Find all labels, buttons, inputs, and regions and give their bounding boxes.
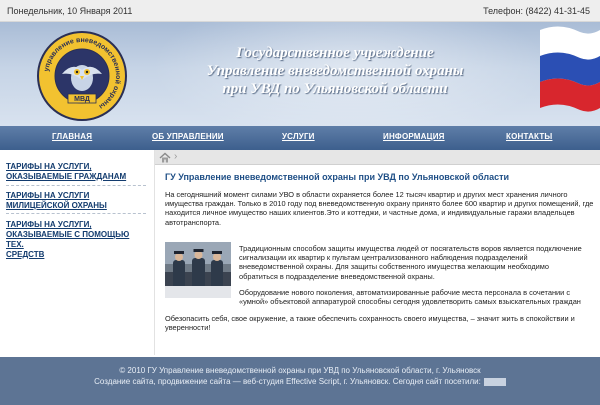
footer-credits: Создание сайта, продвижение сайта — веб-…: [0, 377, 600, 386]
site-header: управление вневедомственной охраны МВД Г…: [0, 22, 600, 126]
emblem-logo[interactable]: управление вневедомственной охраны МВД: [36, 30, 128, 122]
nav-home[interactable]: ГЛАВНАЯ: [52, 132, 92, 141]
breadcrumb-separator: ›: [174, 151, 178, 162]
top-bar: Понедельник, 10 Января 2011 Телефон: (84…: [0, 0, 600, 22]
main-nav: ГЛАВНАЯ ОБ УПРАВЛЕНИИ УСЛУГИ ИНФОРМАЦИЯ …: [0, 126, 600, 150]
phone-number: Телефон: (8422) 41-31-45: [483, 6, 590, 16]
sidebar-divider: [6, 185, 146, 186]
nav-services[interactable]: УСЛУГИ: [282, 132, 315, 141]
footer-copyright: © 2010 ГУ Управление вневедомственной ох…: [119, 366, 481, 375]
intro-paragraph: На сегодняшний момент силами УВО в облас…: [165, 190, 594, 227]
nav-information[interactable]: ИНФОРМАЦИЯ: [383, 132, 445, 141]
title-line-1: Государственное учреждение: [236, 45, 434, 61]
title-line-2: Управление вневедомственной охраны: [206, 63, 464, 79]
site-title: Государственное учреждение Управление вн…: [170, 44, 500, 98]
russian-flag: [540, 26, 600, 112]
nav-about[interactable]: ОБ УПРАВЛЕНИИ: [152, 132, 224, 141]
footer-credits-text: Создание сайта, продвижение сайта — веб-…: [94, 377, 481, 386]
equipment-paragraph: Оборудование нового поколения, автоматиз…: [239, 288, 581, 307]
sidebar-divider: [6, 213, 146, 214]
page-title: ГУ Управление вневедомственной охраны пр…: [165, 172, 510, 182]
emblem-abbr: МВД: [74, 96, 90, 103]
site-footer: © 2010 ГУ Управление вневедомственной ох…: [0, 357, 600, 405]
officers-photo: [165, 242, 231, 298]
breadcrumb: ›: [155, 150, 600, 165]
current-date: Понедельник, 10 Января 2011: [7, 6, 133, 16]
visit-counter[interactable]: [483, 377, 506, 386]
sidebar-link-police-tariffs[interactable]: ТАРИФЫ НА УСЛУГИ МИЛИЦЕЙСКОЙ ОХРАНЫ: [6, 191, 146, 211]
sidebar: ТАРИФЫ НА УСЛУГИ, ОКАЗЫВАЕМЫЕ ГРАЖДАНАМ …: [0, 150, 154, 355]
main-content: › ГУ Управление вневедомственной охраны …: [154, 150, 600, 355]
sidebar-link-citizen-tariffs[interactable]: ТАРИФЫ НА УСЛУГИ, ОКАЗЫВАЕМЫЕ ГРАЖДАНАМ: [6, 162, 146, 182]
sidebar-link-tech-tariffs[interactable]: ТАРИФЫ НА УСЛУГИ, ОКАЗЫВАЕМЫЕ С ПОМОЩЬЮ …: [6, 220, 146, 260]
title-line-3: при УВД по Ульяновской области: [222, 81, 448, 97]
home-icon[interactable]: [159, 152, 171, 163]
closing-paragraph: Обезопасить себя, свое окружение, а такж…: [165, 314, 575, 333]
protection-paragraph: Традиционным способом защиты имущества л…: [239, 244, 582, 281]
nav-contacts[interactable]: КОНТАКТЫ: [506, 132, 552, 141]
